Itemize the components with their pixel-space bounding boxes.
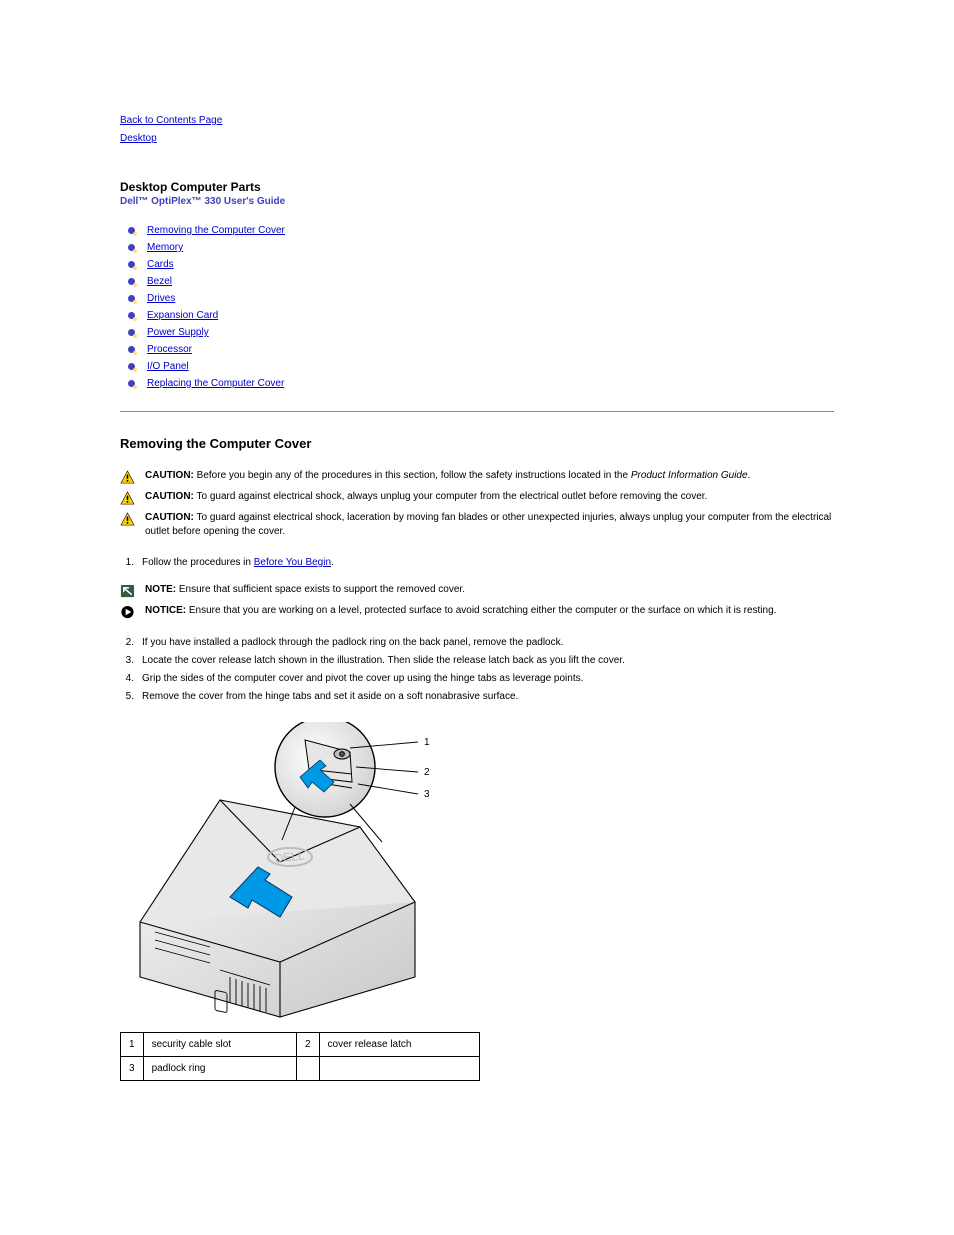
caution-icon	[120, 470, 135, 484]
table-of-contents: Removing the Computer Cover Memory Cards…	[128, 223, 834, 391]
bullet-icon	[128, 278, 135, 285]
caution-text: CAUTION: To guard against electrical sho…	[145, 490, 834, 504]
step-row: 1. Follow the procedures in Before You B…	[120, 555, 834, 570]
bullet-icon	[128, 312, 135, 319]
list-item: I/O Panel	[128, 359, 834, 374]
step-body: If you have installed a padlock through …	[142, 635, 834, 650]
section-heading: Removing the Computer Cover	[120, 436, 834, 451]
list-item: Power Supply	[128, 325, 834, 340]
notice-text: NOTICE: Ensure that you are working on a…	[145, 604, 834, 618]
caution-text: CAUTION: Before you begin any of the pro…	[145, 469, 834, 483]
caution-row: CAUTION: Before you begin any of the pro…	[120, 469, 834, 484]
list-item: Cards	[128, 257, 834, 272]
callout-num: 2	[296, 1033, 319, 1057]
callout-num: 3	[121, 1057, 144, 1081]
step-link[interactable]: Before You Begin	[254, 557, 331, 568]
notice-row: NOTICE: Ensure that you are working on a…	[120, 604, 834, 619]
caution-icon	[120, 491, 135, 505]
step-number: 2.	[120, 635, 142, 650]
bullet-icon	[128, 329, 135, 336]
step-number: 4.	[120, 671, 142, 686]
svg-text:1: 1	[424, 737, 430, 748]
step-number: 1.	[120, 555, 142, 570]
step-row: 5. Remove the cover from the hinge tabs …	[120, 689, 834, 704]
caution-text: CAUTION: To guard against electrical sho…	[145, 511, 834, 539]
toc-link[interactable]: Cards	[147, 257, 174, 272]
caution-icon	[120, 512, 135, 526]
svg-text:3: 3	[424, 789, 430, 800]
step-body: Locate the cover release latch shown in …	[142, 653, 834, 668]
bullet-icon	[128, 295, 135, 302]
step-row: 2. If you have installed a padlock throu…	[120, 635, 834, 650]
toc-link[interactable]: Bezel	[147, 274, 172, 289]
svg-text:2: 2	[424, 767, 430, 778]
callout-label	[319, 1057, 479, 1081]
toc-link[interactable]: Drives	[147, 291, 175, 306]
step-row: 3. Locate the cover release latch shown …	[120, 653, 834, 668]
notice-arrow-icon	[120, 605, 135, 619]
toc-link[interactable]: Power Supply	[147, 325, 209, 340]
step-number: 3.	[120, 653, 142, 668]
list-item: Processor	[128, 342, 834, 357]
toc-link[interactable]: Memory	[147, 240, 183, 255]
desktop-link[interactable]: Desktop	[120, 130, 834, 148]
toc-link[interactable]: Replacing the Computer Cover	[147, 376, 284, 391]
table-row: 3 padlock ring	[121, 1057, 480, 1081]
table-row: 1 security cable slot 2 cover release la…	[121, 1033, 480, 1057]
top-navigation: Back to Contents Page Desktop	[120, 112, 834, 148]
list-item: Replacing the Computer Cover	[128, 376, 834, 391]
bullet-icon	[128, 227, 135, 234]
page-title: Desktop Computer Parts	[120, 180, 834, 194]
list-item: Expansion Card	[128, 308, 834, 323]
bullet-icon	[128, 261, 135, 268]
callout-num	[296, 1057, 319, 1081]
bullet-icon	[128, 244, 135, 251]
caution-row: CAUTION: To guard against electrical sho…	[120, 511, 834, 539]
bullet-icon	[128, 346, 135, 353]
callout-label: cover release latch	[319, 1033, 479, 1057]
list-item: Bezel	[128, 274, 834, 289]
callout-label: padlock ring	[143, 1057, 296, 1081]
note-text: NOTE: Ensure that sufficient space exist…	[145, 583, 834, 597]
illustration: DELL	[120, 722, 834, 1022]
list-item: Removing the Computer Cover	[128, 223, 834, 238]
page-subtitle: Dell™ OptiPlex™ 330 User's Guide	[120, 196, 834, 207]
toc-link[interactable]: Removing the Computer Cover	[147, 223, 285, 238]
toc-link[interactable]: Processor	[147, 342, 192, 357]
note-icon	[120, 584, 135, 598]
divider	[120, 411, 834, 412]
toc-link[interactable]: Expansion Card	[147, 308, 218, 323]
back-link[interactable]: Back to Contents Page	[120, 112, 834, 130]
bullet-icon	[128, 380, 135, 387]
toc-link[interactable]: I/O Panel	[147, 359, 189, 374]
callout-num: 1	[121, 1033, 144, 1057]
bullet-icon	[128, 363, 135, 370]
note-row: NOTE: Ensure that sufficient space exist…	[120, 583, 834, 598]
list-item: Memory	[128, 240, 834, 255]
step-row: 4. Grip the sides of the computer cover …	[120, 671, 834, 686]
caution-row: CAUTION: To guard against electrical sho…	[120, 490, 834, 505]
callout-label: security cable slot	[143, 1033, 296, 1057]
callout-table: 1 security cable slot 2 cover release la…	[120, 1032, 480, 1081]
step-body: Follow the procedures in Before You Begi…	[142, 555, 834, 570]
step-number: 5.	[120, 689, 142, 704]
step-body: Remove the cover from the hinge tabs and…	[142, 689, 834, 704]
step-body: Grip the sides of the computer cover and…	[142, 671, 834, 686]
list-item: Drives	[128, 291, 834, 306]
